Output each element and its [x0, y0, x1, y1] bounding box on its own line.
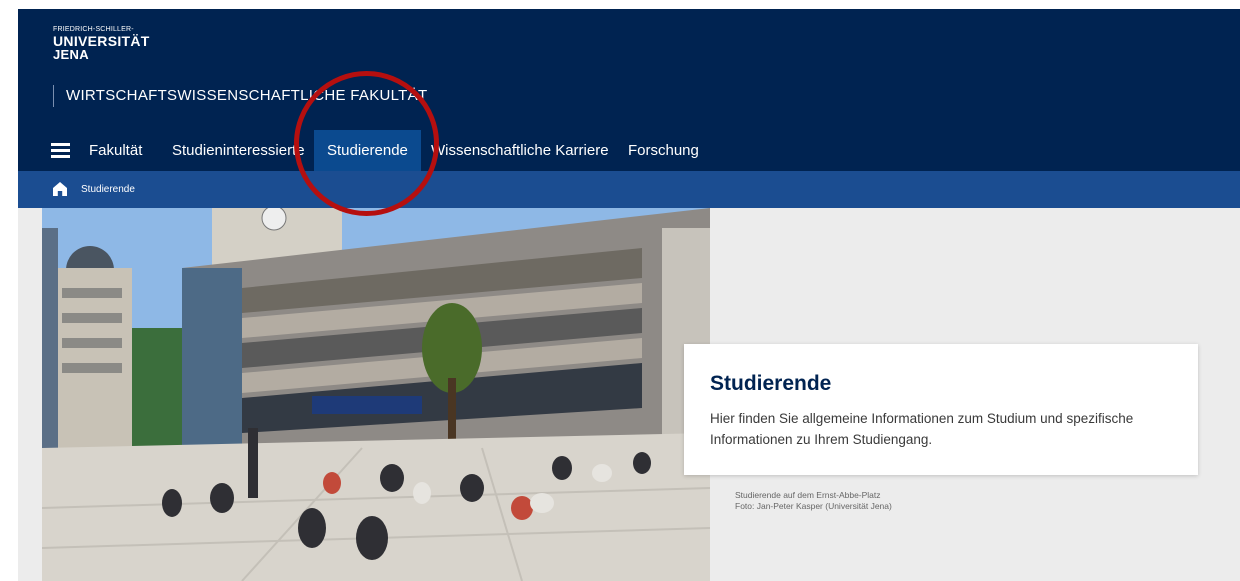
logo-line-1: FRIEDRICH-SCHILLER- — [53, 26, 134, 33]
main-navigation: Fakultät Studieninteressierte Studierend… — [18, 130, 1240, 171]
intro-text: Hier finden Sie allgemeine Informationen… — [710, 411, 1134, 447]
nav-item-studieninteressierte[interactable]: Studieninteressierte — [172, 130, 305, 171]
logo-line-3: JENA — [53, 47, 89, 62]
university-logo[interactable]: FRIEDRICH-SCHILLER- UNIVERSITÄT JENA — [53, 26, 150, 61]
logo-line-2: UNIVERSITÄT — [53, 33, 150, 49]
nav-item-forschung[interactable]: Forschung — [628, 130, 699, 171]
caption-line-2: Foto: Jan-Peter Kasper (Universität Jena… — [735, 501, 892, 511]
nav-item-studierende[interactable]: Studierende — [314, 130, 421, 171]
site-header: FRIEDRICH-SCHILLER- UNIVERSITÄT JENA WIR… — [18, 9, 1240, 171]
intro-card: Studierende Hier finden Sie allgemeine I… — [684, 344, 1198, 475]
home-icon[interactable] — [53, 182, 67, 196]
campus-photo — [42, 208, 710, 581]
hero-image — [42, 208, 710, 581]
breadcrumb-current[interactable]: Studierende — [81, 171, 135, 208]
faculty-name[interactable]: WIRTSCHAFTSWISSENSCHAFTLICHE FAKULTÄT — [53, 85, 427, 107]
photo-caption: Studierende auf dem Ernst-Abbe-Platz Fot… — [735, 490, 892, 512]
page-title: Studierende — [710, 372, 832, 395]
nav-item-fakultaet[interactable]: Fakultät — [89, 130, 142, 171]
hamburger-icon[interactable] — [51, 143, 70, 158]
page: FRIEDRICH-SCHILLER- UNIVERSITÄT JENA WIR… — [18, 9, 1240, 581]
nav-item-wissenschaftliche-karriere[interactable]: Wissenschaftliche Karriere — [431, 130, 609, 171]
breadcrumb: Studierende — [18, 171, 1240, 208]
caption-line-1: Studierende auf dem Ernst-Abbe-Platz — [735, 490, 881, 500]
